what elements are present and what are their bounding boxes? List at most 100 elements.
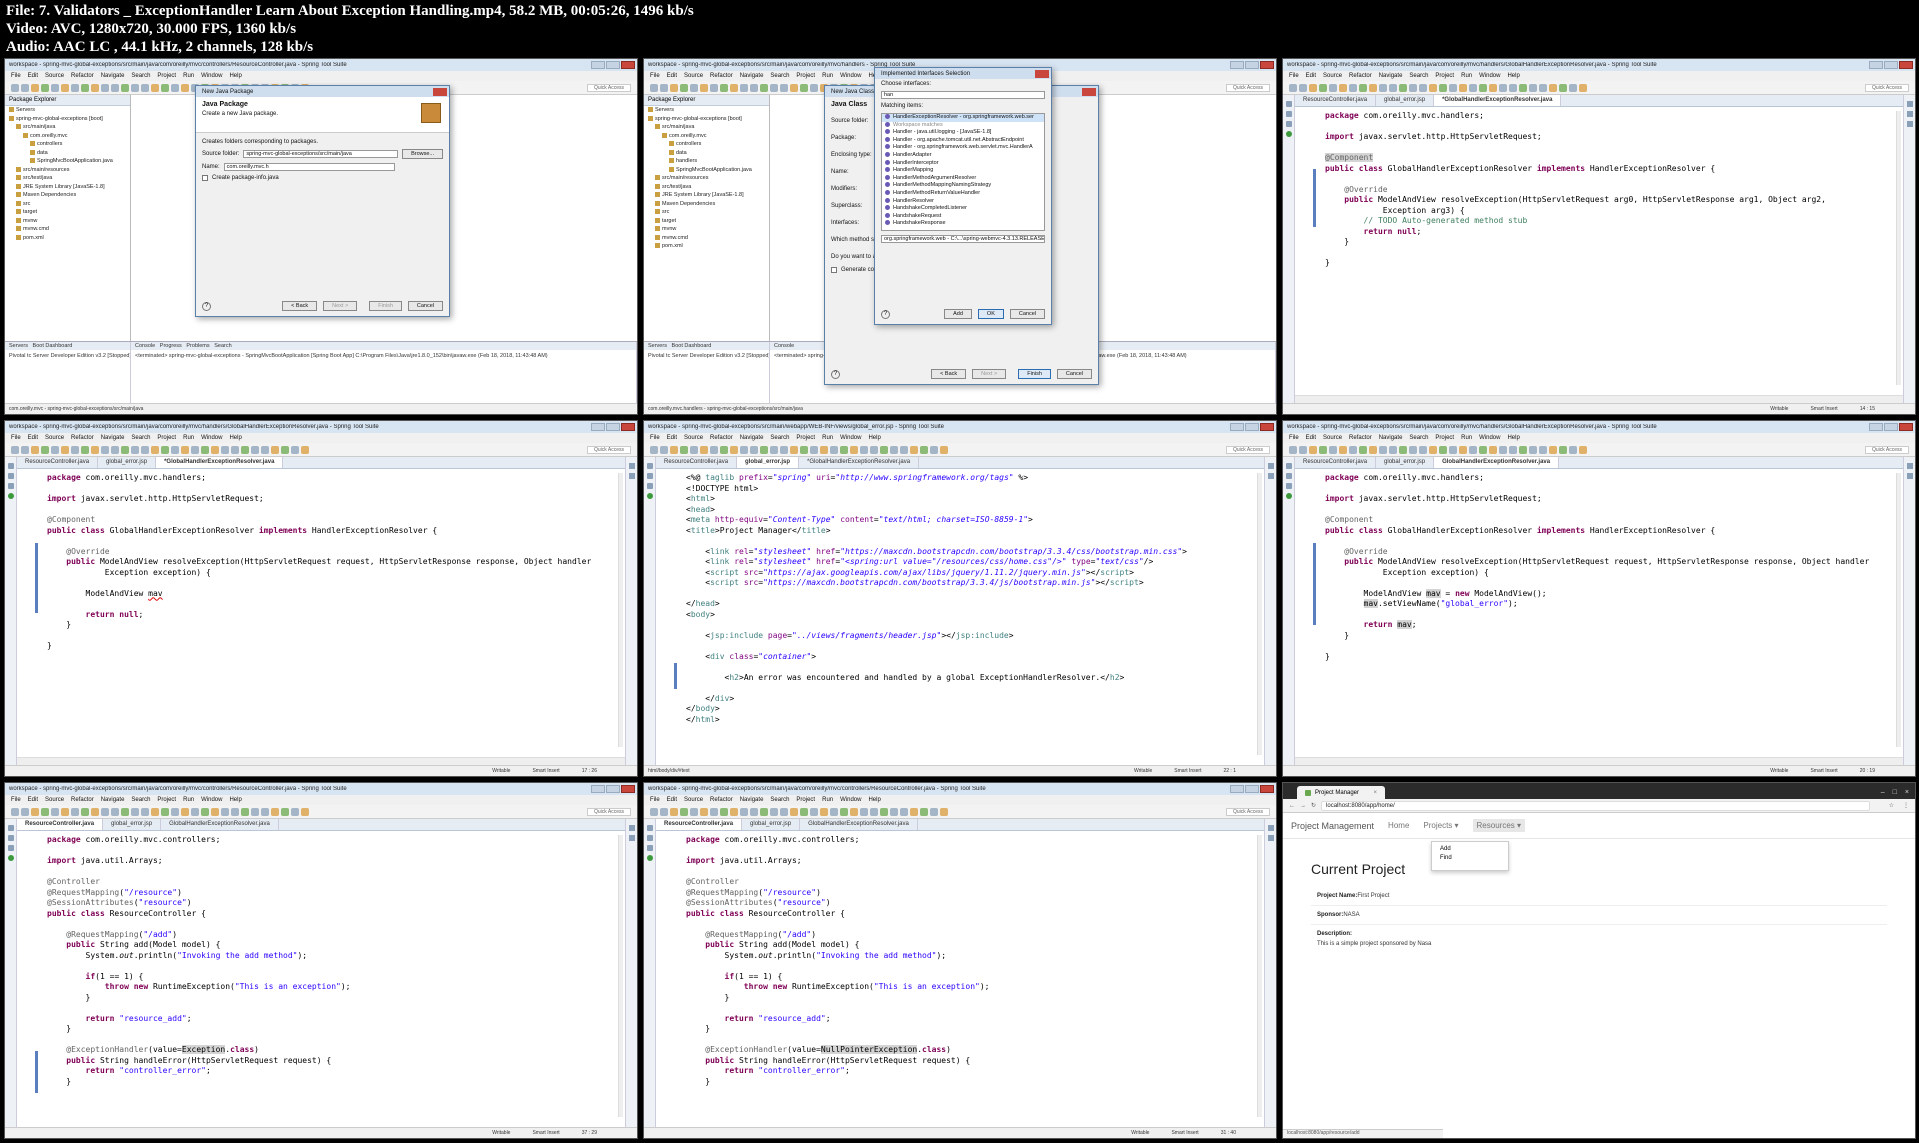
servers-tab[interactable]: Servers (648, 343, 667, 349)
toolbar-button-icon[interactable] (1559, 83, 1567, 92)
toolbar-button-icon[interactable] (1309, 445, 1317, 454)
toolbar-button-icon[interactable] (181, 807, 189, 816)
menu-item-refactor[interactable]: Refactor (71, 73, 94, 79)
package-info-checkbox[interactable] (202, 175, 208, 181)
help-icon[interactable]: ? (831, 369, 840, 379)
menu-item-search[interactable]: Search (131, 435, 150, 441)
nav-home[interactable]: Home (1388, 821, 1409, 830)
cancel-button[interactable]: Cancel (1009, 309, 1045, 319)
code-editor[interactable]: package com.oreilly.mvc.handlers; import… (17, 469, 625, 757)
toolbar-button-icon[interactable] (1509, 83, 1517, 92)
code-editor[interactable]: package com.oreilly.mvc.controllers; imp… (17, 831, 625, 1127)
finish-button[interactable]: Finish (369, 301, 402, 311)
toolbar-button-icon[interactable] (850, 445, 858, 454)
servers-tab[interactable]: Servers (9, 343, 28, 349)
code-editor[interactable]: package com.oreilly.mvc.handlers; import… (1295, 469, 1903, 757)
editor-tab[interactable]: GlobalHandlerExceptionResolver.java (161, 819, 279, 830)
trim-icon[interactable] (1285, 483, 1292, 489)
tab-close-icon[interactable]: × (1373, 790, 1377, 796)
url-input[interactable]: localhost:8080/app/home/ (1321, 800, 1870, 811)
toolbar-button-icon[interactable] (1519, 445, 1527, 454)
toolbar-button-icon[interactable] (161, 445, 169, 454)
toolbar-button-icon[interactable] (1389, 83, 1397, 92)
back-button[interactable]: < Back (931, 369, 967, 379)
toolbar-button-icon[interactable] (271, 445, 279, 454)
toolbar-button-icon[interactable] (810, 445, 818, 454)
toolbar-button-icon[interactable] (31, 445, 39, 454)
forward-icon[interactable]: → (1300, 803, 1306, 809)
toolbar-button-icon[interactable] (191, 445, 199, 454)
toolbar-button-icon[interactable] (700, 807, 708, 816)
toolbar-button-icon[interactable] (261, 807, 269, 816)
tree-item[interactable]: src/main/java (644, 123, 769, 132)
toolbar-button-icon[interactable] (291, 807, 299, 816)
toolbar-button-icon[interactable] (51, 445, 59, 454)
toolbar-button-icon[interactable] (750, 807, 758, 816)
toolbar-button-icon[interactable] (131, 807, 139, 816)
toolbar-button-icon[interactable] (820, 445, 828, 454)
menu-item-project[interactable]: Project (796, 73, 815, 79)
toolbar-button-icon[interactable] (71, 445, 79, 454)
trim-icon[interactable] (1906, 473, 1913, 479)
menu-item-run[interactable]: Run (1461, 73, 1472, 79)
quick-access-input[interactable]: Quick Access (586, 807, 631, 816)
minimize-button[interactable] (591, 61, 605, 69)
editor-tab[interactable]: GlobalHandlerExceptionResolver.java (1434, 457, 1560, 468)
quick-access-input[interactable]: Quick Access (1225, 807, 1270, 816)
menu-item-source[interactable]: Source (1323, 435, 1342, 441)
matching-item[interactable]: Handler - org.apache.tomcat.util.net.Abs… (882, 137, 1044, 145)
editor-tab[interactable]: ResourceController.java (17, 457, 99, 468)
tree-item[interactable]: SpringMvcBootApplication.java (644, 166, 769, 175)
menu-item-search[interactable]: Search (131, 73, 150, 79)
trim-icon[interactable] (1906, 111, 1913, 117)
menu-item-project[interactable]: Project (796, 797, 815, 803)
toolbar-button-icon[interactable] (1479, 83, 1487, 92)
menu-item-refactor[interactable]: Refactor (71, 435, 94, 441)
toolbar-button-icon[interactable] (1439, 83, 1447, 92)
toolbar-button-icon[interactable] (21, 445, 29, 454)
toolbar-button-icon[interactable] (1469, 445, 1477, 454)
toolbar-button-icon[interactable] (171, 807, 179, 816)
toolbar-button-icon[interactable] (1369, 83, 1377, 92)
toolbar-button-icon[interactable] (670, 445, 678, 454)
toolbar-button-icon[interactable] (1439, 445, 1447, 454)
menu-item-run[interactable]: Run (822, 797, 833, 803)
interface-filter-input[interactable]: han (881, 91, 1045, 99)
menu-item-navigate[interactable]: Navigate (101, 73, 125, 79)
minimize-button[interactable] (1869, 61, 1883, 69)
menu-item-run[interactable]: Run (183, 73, 194, 79)
toolbar-button-icon[interactable] (1319, 445, 1327, 454)
toolbar-button-icon[interactable] (141, 807, 149, 816)
toolbar-button-icon[interactable] (880, 807, 888, 816)
dialog-close-button[interactable] (433, 87, 447, 96)
matching-item[interactable]: HandlerMethodReturnValueHandler (882, 190, 1044, 198)
matching-item[interactable]: Workspace matches (882, 122, 1044, 130)
menu-item-help[interactable]: Help (229, 797, 241, 803)
toolbar-button-icon[interactable] (680, 807, 688, 816)
trim-icon[interactable] (1285, 101, 1292, 107)
toolbar-button-icon[interactable] (660, 807, 668, 816)
toolbar-button-icon[interactable] (301, 807, 309, 816)
editor-tab[interactable]: ResourceController.java (656, 819, 743, 830)
menu-item-window[interactable]: Window (1479, 435, 1500, 441)
menu-item-run[interactable]: Run (183, 435, 194, 441)
boot-dashboard-tab[interactable]: Boot Dashboard (33, 343, 73, 349)
toolbar-button-icon[interactable] (760, 445, 768, 454)
toolbar-button-icon[interactable] (21, 83, 29, 92)
close-button[interactable] (621, 423, 635, 431)
browse-button[interactable]: Browse... (402, 149, 443, 159)
editor-tab[interactable]: ResourceController.java (1295, 95, 1377, 106)
console-tab[interactable]: Console (135, 343, 155, 349)
toolbar-button-icon[interactable] (161, 83, 169, 92)
maximize-button[interactable] (1884, 61, 1898, 69)
toolbar-button-icon[interactable] (241, 807, 249, 816)
toolbar-button-icon[interactable] (650, 807, 658, 816)
toolbar-button-icon[interactable] (51, 807, 59, 816)
menu-item-source[interactable]: Source (45, 73, 64, 79)
toolbar-button-icon[interactable] (1409, 83, 1417, 92)
toolbar-button-icon[interactable] (251, 445, 259, 454)
toolbar-button-icon[interactable] (1299, 83, 1307, 92)
trim-icon[interactable] (1285, 463, 1292, 469)
tree-item[interactable]: mvnw.cmd (644, 234, 769, 243)
trim-icon[interactable] (646, 825, 653, 831)
